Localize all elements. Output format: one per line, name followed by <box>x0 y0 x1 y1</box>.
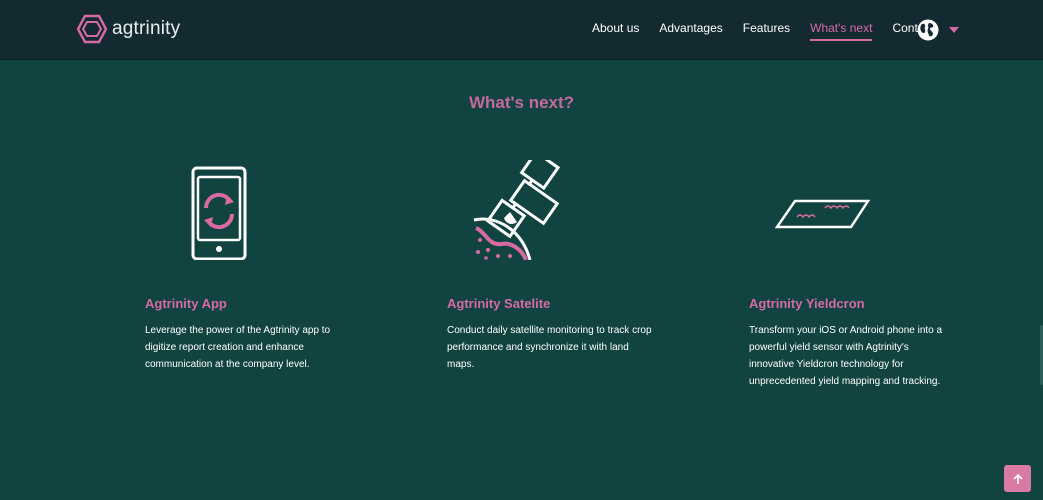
back-to-top-button[interactable] <box>1004 465 1031 492</box>
brand-logo-link[interactable]: agtrinity <box>76 13 180 45</box>
navbar: agtrinity About us Advantages Features W… <box>0 0 1043 60</box>
hexagon-logo-icon <box>76 14 108 44</box>
nav-item-features[interactable]: Features <box>743 21 790 41</box>
phone-sync-icon <box>191 166 247 260</box>
card-title: Agtrinity App <box>145 296 227 311</box>
yield-sensor-icon <box>775 199 871 229</box>
section-title: What's next? <box>468 93 575 112</box>
card-title: Agtrinity Yieldcron <box>749 296 865 311</box>
card-text: Leverage the power of the Agtrinity app … <box>145 325 331 370</box>
card-text: Conduct daily satellite monitoring to tr… <box>447 325 652 370</box>
nav-item-advantages[interactable]: Advantages <box>659 21 722 41</box>
arrow-up-icon <box>1012 473 1023 484</box>
caret-down-icon <box>949 27 959 33</box>
brand-name: agtrinity <box>112 18 181 39</box>
nav-item-about-us[interactable]: About us <box>592 21 639 41</box>
language-selector[interactable] <box>917 19 959 41</box>
nav-item-whats-next[interactable]: What's next <box>810 21 873 41</box>
card-title: Agtrinity Satelite <box>447 296 551 311</box>
card-text: Transform your iOS or Android phone into… <box>749 325 943 387</box>
satellite-icon <box>473 160 561 260</box>
globe-icon <box>917 19 939 41</box>
main-nav: About us Advantages Features What's next… <box>592 21 954 41</box>
